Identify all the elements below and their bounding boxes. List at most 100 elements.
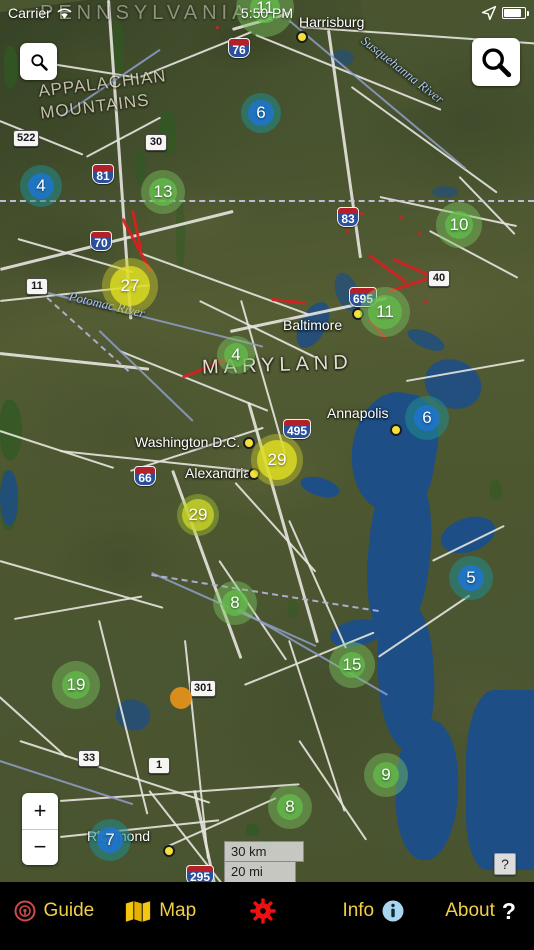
lake <box>0 470 18 526</box>
city-label: Baltimore <box>283 317 343 333</box>
city-dot[interactable] <box>390 424 402 436</box>
guide-compass-icon <box>14 900 36 922</box>
forest-patch <box>490 480 502 500</box>
route-shield: 76 <box>228 38 250 58</box>
cluster-marker[interactable]: 8 <box>213 581 257 625</box>
cluster-marker[interactable]: 7 <box>89 819 131 861</box>
route-shield: 30 <box>145 134 167 151</box>
search-icon <box>30 53 48 71</box>
zoom-in-button[interactable]: + <box>22 793 58 830</box>
forest-patch <box>246 824 260 836</box>
cluster-marker[interactable]: 4 <box>217 336 255 374</box>
tab-info[interactable]: Info <box>320 890 427 932</box>
bottom-tab-bar[interactable]: Guide Map Info About ? <box>0 882 534 950</box>
tab-guide-label: Guide <box>43 900 95 921</box>
cluster-marker[interactable]: 13 <box>141 170 185 214</box>
map-help-button[interactable]: ? <box>494 853 516 875</box>
atlantic-water <box>466 690 534 870</box>
route-shield: 70 <box>90 231 112 251</box>
city-label: Washington D.C. <box>135 434 241 450</box>
cluster-count-label: 13 <box>153 182 173 201</box>
cluster-marker[interactable]: 15 <box>329 642 375 688</box>
route-shield: 295 <box>186 865 215 882</box>
search-button-small[interactable] <box>20 43 57 80</box>
forest-patch <box>288 600 298 618</box>
route-shield: 11 <box>26 278 48 295</box>
map-surface: 76 522 30 81 83 70 11 695 40 495 66 301 33 1 295 APPAL… <box>0 0 534 882</box>
cluster-marker[interactable]: 27 <box>102 258 158 314</box>
tab-about[interactable]: About ? <box>427 890 534 932</box>
route-shield: 33 <box>78 750 100 767</box>
cluster-count-label: 11 <box>376 302 394 321</box>
cluster-count-label: 29 <box>267 450 287 469</box>
search-button-large[interactable] <box>472 38 520 86</box>
cluster-count-label: 29 <box>188 505 208 524</box>
lake <box>432 186 458 198</box>
cluster-count-label: 15 <box>342 655 362 674</box>
cluster-count-label: 27 <box>120 276 140 295</box>
tab-guide[interactable]: Guide <box>0 890 107 932</box>
cluster-count-label: 4 <box>231 345 241 364</box>
map-canvas[interactable]: 76 522 30 81 83 70 11 695 40 495 66 301 33 1 295 APPAL… <box>0 0 534 882</box>
cluster-marker[interactable]: 10 <box>436 202 482 248</box>
route-shield: 522 <box>13 130 40 147</box>
city-label: Annapolis <box>327 405 389 421</box>
cluster-count-label: 7 <box>105 830 115 849</box>
tab-about-label: About <box>445 900 495 921</box>
route-shield: 66 <box>134 466 156 486</box>
hazard-point <box>400 216 403 219</box>
city-label: Alexandria <box>185 465 252 481</box>
cluster-count-label: 8 <box>285 797 295 816</box>
cluster-marker[interactable]: 29 <box>251 434 303 486</box>
zoom-controls[interactable]: + − <box>22 793 58 865</box>
cluster-count-label: 8 <box>230 593 240 612</box>
single-point-marker[interactable] <box>170 687 192 709</box>
search-icon <box>482 48 512 78</box>
hazard-point <box>418 232 421 235</box>
cluster-marker[interactable]: 5 <box>449 556 493 600</box>
tab-info-label: Info <box>342 900 375 921</box>
cluster-count-label: 10 <box>449 215 469 234</box>
status-bar: Carrier 5:50 PM <box>0 0 534 26</box>
cluster-marker[interactable]: 19 <box>52 661 100 709</box>
map-folded-icon <box>126 901 151 922</box>
cluster-marker[interactable]: 6 <box>405 396 449 440</box>
scale-mi: 20 mi <box>224 862 296 882</box>
route-shield: 1 <box>148 757 170 774</box>
city-dot[interactable] <box>296 31 308 43</box>
cluster-marker[interactable]: 4 <box>20 165 62 207</box>
cluster-marker[interactable]: 11 <box>360 287 410 337</box>
status-right <box>481 5 529 21</box>
hazard-point <box>346 230 349 233</box>
route-shield: 40 <box>428 270 450 287</box>
hazard-point <box>424 300 427 303</box>
cluster-count-label: 6 <box>422 408 432 427</box>
route-shield: 301 <box>190 680 217 697</box>
tab-map[interactable]: Map <box>107 890 214 932</box>
cluster-marker[interactable]: 29 <box>177 494 219 536</box>
cluster-count-label: 5 <box>466 568 476 587</box>
scale-km: 30 km <box>224 841 304 862</box>
cluster-count-label: 6 <box>256 103 266 122</box>
cluster-count-label: 19 <box>66 675 86 694</box>
zoom-out-button[interactable]: − <box>22 830 58 866</box>
cluster-count-label: 4 <box>36 176 46 195</box>
city-dot[interactable] <box>163 845 175 857</box>
status-time: 5:50 PM <box>240 5 294 21</box>
route-shield: 83 <box>337 207 359 227</box>
tab-map-label: Map <box>159 900 197 921</box>
battery-icon <box>502 7 529 19</box>
app-root: 76 522 30 81 83 70 11 695 40 495 66 301 33 1 295 APPAL… <box>0 0 534 950</box>
forest-patch <box>0 400 22 460</box>
scale-bar: 30 km 20 mi <box>224 841 304 882</box>
hazard-point <box>360 212 363 215</box>
cluster-marker[interactable]: 8 <box>268 785 312 829</box>
route-shield: 81 <box>92 164 114 184</box>
tab-settings[interactable] <box>214 890 321 932</box>
cluster-marker[interactable]: 9 <box>364 753 408 797</box>
hazard-point <box>216 26 219 29</box>
cluster-marker[interactable]: 6 <box>241 93 281 133</box>
info-circle-icon <box>382 900 404 922</box>
location-arrow-icon <box>481 5 497 21</box>
cluster-count-label: 9 <box>381 765 391 784</box>
